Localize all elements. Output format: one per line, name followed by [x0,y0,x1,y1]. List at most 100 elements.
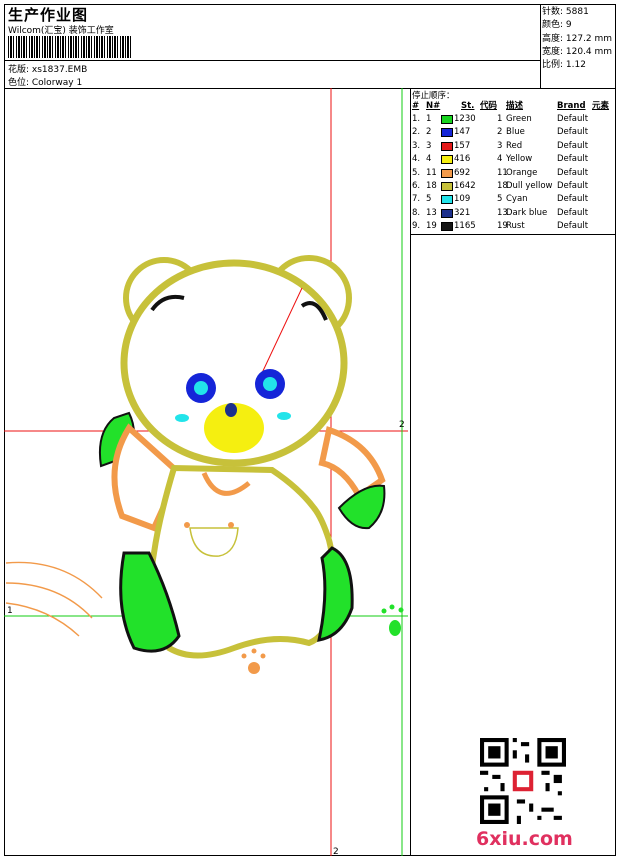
needle-number: 5 [426,194,432,205]
col-stitches: St. [461,101,475,111]
row-index: 7. [412,194,421,205]
color-description: Cyan [506,194,528,205]
needle-number: 1 [426,114,432,124]
color-swatch [441,155,453,165]
thread-brand: Default [557,140,589,151]
marker-1: 1 [7,606,13,616]
color-swatch [441,168,453,178]
thread-brand: Default [557,194,589,205]
color-stop-row: 7. 5 109 5 Cyan Default [410,193,616,206]
color-swatch [441,208,453,218]
color-description: Rust [506,221,525,232]
motion-arc-2 [5,582,93,619]
panel-divider [410,88,411,856]
qr-code[interactable] [480,738,566,824]
color-stop-row: 2. 2 147 2 Blue Default [410,126,616,139]
row-index: 5. [412,167,421,178]
sequence-bottom-border [410,234,616,235]
row-index: 1. [412,114,421,124]
stitch-count: 147 [454,127,471,138]
colorway: 色位: Colorway 1 [8,78,83,88]
thread-brand: Default [557,154,589,165]
row-index: 4. [412,154,421,165]
thread-brand: Default [557,221,589,232]
color-swatch [441,222,453,232]
color-description: Red [506,140,523,151]
thread-brand: Default [557,167,589,178]
col-n: N# [426,101,441,111]
design-height: 高度: 127.2 mm [542,33,613,44]
right-eye-pupil [263,377,277,391]
row-index: 2. [412,127,421,138]
stitch-count: 692 [454,167,471,178]
right-hand-green [337,484,386,530]
color-swatch [441,141,453,151]
design-width: 宽度: 120.4 mm [542,46,613,57]
color-swatch [441,182,453,191]
col-code: 代码 [480,101,498,111]
embroidery-design-preview [4,88,408,856]
color-code: 5 [497,194,503,205]
design-scale: 比例: 1.12 [542,60,586,71]
stitch-count: 416 [454,154,471,165]
color-stop-row: 6. 18 1642 18 Dull yellow Default [410,180,616,193]
paw-print-green-toe-1 [381,608,387,614]
color-stop-row: 1. 1 1230 1 Green Default [410,113,616,126]
needle-number: 18 [426,181,437,191]
table-header-row: # N# St. 代码 描述 Brand 元素 [410,100,616,113]
paw-print-green [389,620,401,636]
color-count: 颜色: 9 [542,20,572,31]
color-stop-row: 9. 19 1165 19 Rust Default [410,220,616,233]
stitch-count: 321 [454,207,471,218]
row-index: 8. [412,207,421,218]
motion-arc-3 [5,602,80,637]
thread-brand: Default [557,127,589,138]
color-code: 3 [497,140,503,151]
stitch-count: 1230 [454,114,476,124]
paw-print-green-toe-3 [398,607,404,613]
color-stop-row: 5. 11 692 11 Orange Default [410,167,616,180]
col-description: 描述 [506,101,524,111]
stitch-count: 109 [454,194,471,205]
stats-divider [540,4,541,88]
col-brand: Brand [557,101,586,111]
stitch-count: 157 [454,140,471,151]
paw-print-green-toe-2 [389,604,395,610]
motion-arc-1 [5,561,103,599]
right-cheek [277,412,291,420]
thread-brand: Default [557,207,589,218]
color-swatch [441,115,453,124]
overall-button-left [184,522,190,528]
company-name: Wilcom(汇宝) 装饰工作室 [8,26,114,36]
paw-print-orange-toe-3 [260,653,266,659]
nose [225,403,237,417]
color-stop-row: 4. 4 416 4 Yellow Default [410,153,616,166]
needle-number: 4 [426,154,432,165]
needle-number: 19 [426,221,437,232]
col-element: 元素 [592,101,610,111]
needle-number: 13 [426,207,437,218]
color-swatch [441,128,453,138]
stitch-count: 针数: 5881 [542,7,589,17]
page-title: 生产作业图 [8,6,89,24]
row-index: 3. [412,140,421,151]
thread-brand: Default [557,114,589,124]
stitch-count: 1642 [454,181,476,191]
needle-number: 11 [426,167,437,178]
design-file: 花版: xs1837.EMB [8,65,88,75]
marker-2-right: 2 [399,420,405,430]
color-description: Dull yellow [506,181,553,191]
needle-number: 2 [426,127,432,138]
color-description: Yellow [506,154,533,165]
color-stop-row: 3. 3 157 3 Red Default [410,140,616,153]
color-description: Green [506,114,532,124]
paw-print-orange [248,662,260,674]
overall-button-right [228,522,234,528]
color-description: Dark blue [506,207,548,218]
row-index: 6. [412,181,421,191]
design-stats: 针数: 5881 颜色: 9 高度: 127.2 mm 宽度: 120.4 mm… [542,6,612,72]
marker-2-bottom: 2 [333,847,339,857]
color-code: 1 [497,114,503,124]
watermark-logo[interactable]: 6xiu.com [476,828,573,850]
color-code: 4 [497,154,503,165]
